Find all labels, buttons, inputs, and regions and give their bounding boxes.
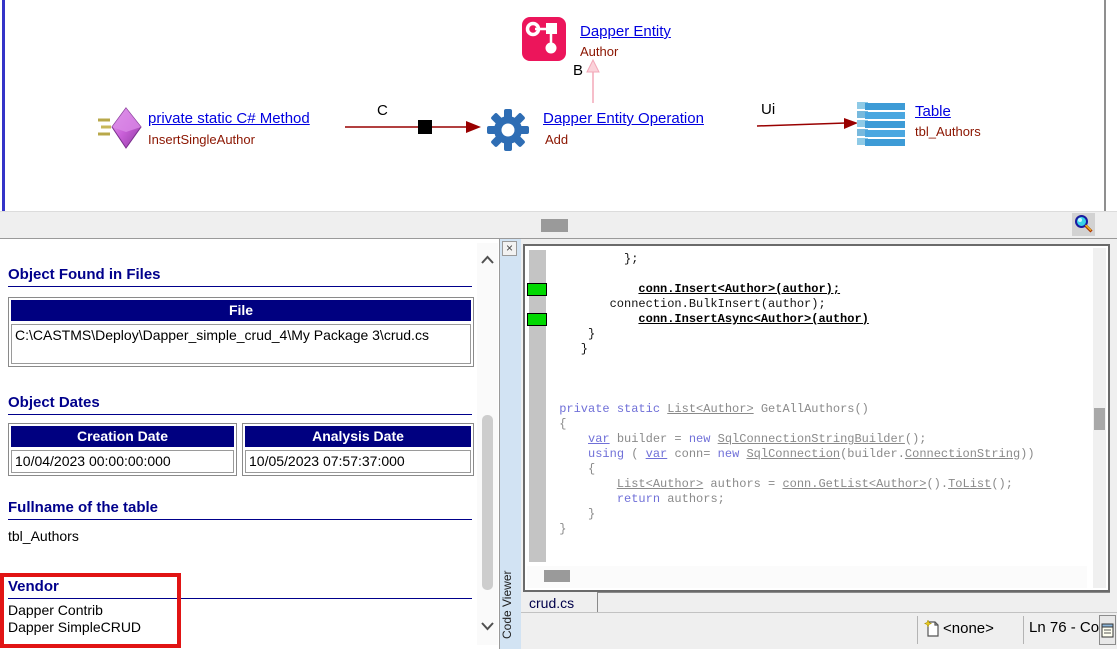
diagram-right-border xyxy=(1104,0,1106,238)
code-vscroll-thumb[interactable] xyxy=(1094,408,1105,430)
code-line: { xyxy=(552,417,1035,432)
status-bar: <none> Ln 76 - Co xyxy=(521,612,1117,646)
vendor-item: Dapper Contrib xyxy=(8,602,141,619)
files-section-heading: Object Found in Files xyxy=(8,266,472,287)
code-gutter xyxy=(529,250,546,562)
dependency-diagram: private static C# Method InsertSingleAut… xyxy=(0,0,1117,211)
vendor-item: Dapper SimpleCRUD xyxy=(8,619,141,636)
operation-node-name: Add xyxy=(545,132,568,147)
code-panel[interactable]: }; conn.Insert<Author>(author); connecti… xyxy=(523,244,1110,592)
diagram-hscroll-thumb[interactable] xyxy=(541,219,568,232)
dates-section-heading: Object Dates xyxy=(8,394,472,415)
code-line: } xyxy=(552,507,1035,522)
bookmark-marker[interactable] xyxy=(527,313,547,326)
csharp-method-icon[interactable] xyxy=(96,106,144,150)
code-viewer: }; conn.Insert<Author>(author); connecti… xyxy=(521,239,1117,649)
code-vscrollbar[interactable] xyxy=(1093,248,1106,588)
code-line xyxy=(552,267,1035,282)
tab-border xyxy=(597,592,598,612)
page-sparkle-icon xyxy=(924,619,940,637)
code-tab-bar: crud.cs xyxy=(521,592,1117,612)
vendor-section-heading: Vendor xyxy=(8,578,472,599)
file-table-header: File xyxy=(11,300,471,321)
status-separator xyxy=(1023,616,1024,644)
code-hscroll-thumb[interactable] xyxy=(544,570,570,582)
scroll-down-icon[interactable] xyxy=(479,617,496,633)
file-path-value: C:\CASTMS\Deploy\Dapper_simple_crud_4\My… xyxy=(11,324,471,364)
edge-label-c: C xyxy=(377,102,388,119)
code-line: private static List<Author> GetAllAuthor… xyxy=(552,402,1035,417)
code-line: List<Author> authors = conn.GetList<Auth… xyxy=(552,477,1035,492)
code-line: return authors; xyxy=(552,492,1035,507)
edge-label-b: B xyxy=(573,62,583,79)
vendor-list: Dapper Contrib Dapper SimpleCRUD xyxy=(8,602,141,636)
code-line: } xyxy=(552,342,1035,357)
table-node-name: tbl_Authors xyxy=(915,124,981,139)
analysis-date-table: Analysis Date 10/05/2023 07:57:37:000 xyxy=(242,423,474,476)
entity-node-name: Author xyxy=(580,44,618,59)
properties-scroll-thumb[interactable] xyxy=(482,415,493,590)
creation-date-header: Creation Date xyxy=(11,426,234,447)
code-line xyxy=(552,372,1035,387)
code-line: { xyxy=(552,462,1035,477)
analysis-date-value: 10/05/2023 07:57:37:000 xyxy=(245,450,471,473)
status-separator xyxy=(917,616,918,644)
code-line: var builder = new SqlConnectionStringBui… xyxy=(552,432,1035,447)
code-hscrollbar[interactable] xyxy=(527,566,1087,588)
status-position-section: Ln 76 - Co xyxy=(1029,619,1099,636)
method-node-name: InsertSingleAuthor xyxy=(148,132,255,147)
code-viewer-strip-label: Code Viewer xyxy=(500,565,521,645)
ui-edge xyxy=(757,118,858,129)
source-view-button[interactable] xyxy=(1099,615,1116,645)
code-line: connection.BulkInsert(author); xyxy=(552,297,1035,312)
table-node-link[interactable]: Table xyxy=(915,103,951,120)
zoom-button[interactable] xyxy=(1072,213,1095,236)
operation-node-link[interactable]: Dapper Entity Operation xyxy=(543,110,704,127)
analysis-date-header: Analysis Date xyxy=(245,426,471,447)
code-line: conn.InsertAsync<Author>(author) xyxy=(552,312,1035,327)
code-line xyxy=(552,387,1035,402)
tab-border xyxy=(597,592,1110,593)
creation-date-value: 10/04/2023 00:00:00:000 xyxy=(11,450,234,473)
gear-icon[interactable] xyxy=(486,108,530,152)
properties-panel: Object Found in Files File C:\CASTMS\Dep… xyxy=(0,239,498,649)
code-line: } xyxy=(552,327,1035,342)
entity-node-link[interactable]: Dapper Entity xyxy=(580,23,671,40)
application-window: private static C# Method InsertSingleAut… xyxy=(0,0,1117,649)
bookmark-marker[interactable] xyxy=(527,283,547,296)
status-position: Ln 76 - Co xyxy=(1029,619,1099,636)
tab-crud-cs[interactable]: crud.cs xyxy=(529,595,574,611)
source-doc-icon xyxy=(1100,616,1115,644)
edge-label-ui: Ui xyxy=(761,101,775,118)
properties-scrollbar[interactable] xyxy=(477,243,498,645)
diagram-hscrollbar[interactable] xyxy=(0,211,1117,238)
call-edge-c xyxy=(345,120,481,134)
code-line: using ( var conn= new SqlConnection(buil… xyxy=(552,447,1035,462)
fullname-value: tbl_Authors xyxy=(8,528,79,544)
table-icon[interactable] xyxy=(857,100,905,146)
method-node-link[interactable]: private static C# Method xyxy=(148,110,310,127)
scroll-up-icon[interactable] xyxy=(479,253,496,269)
status-selection: <none> xyxy=(943,620,994,637)
code-line: } xyxy=(552,522,1035,537)
code-line xyxy=(552,357,1035,372)
fullname-section-heading: Fullname of the table xyxy=(8,499,472,520)
dapper-entity-icon[interactable] xyxy=(521,16,567,62)
magnifier-icon xyxy=(1072,213,1095,236)
belongs-edge-b xyxy=(587,60,599,103)
code-lines: }; conn.Insert<Author>(author); connecti… xyxy=(552,252,1035,537)
code-line: conn.Insert<Author>(author); xyxy=(552,282,1035,297)
code-line: }; xyxy=(552,252,1035,267)
creation-date-table: Creation Date 10/04/2023 00:00:00:000 xyxy=(8,423,237,476)
file-table: File C:\CASTMS\Deploy\Dapper_simple_crud… xyxy=(8,297,474,367)
close-icon[interactable]: × xyxy=(502,241,517,256)
